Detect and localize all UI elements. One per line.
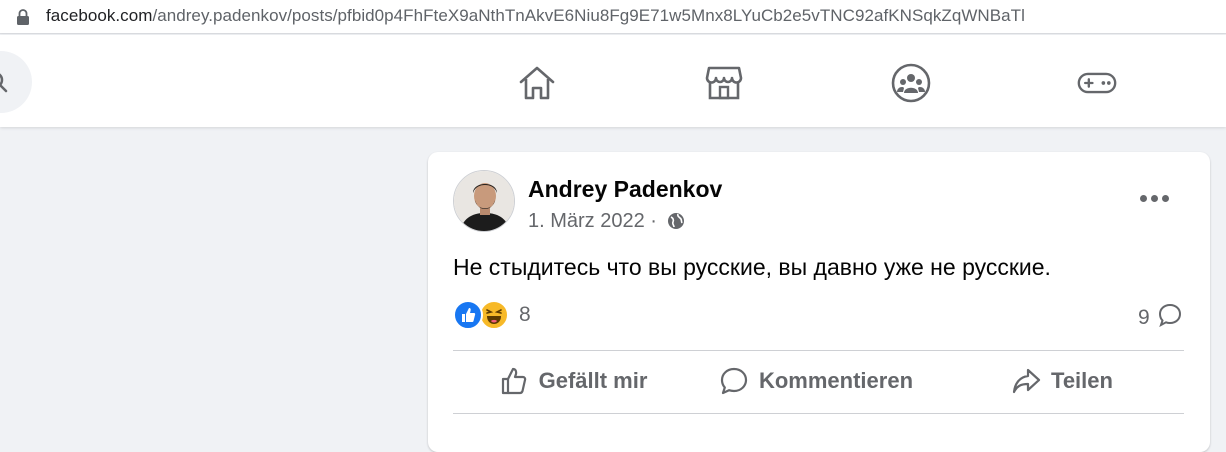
author-name[interactable]: Andrey Padenkov — [528, 176, 722, 203]
url-domain: facebook.com — [46, 6, 153, 25]
url-text[interactable]: facebook.com/andrey.padenkov/posts/pfbid… — [46, 6, 1025, 26]
home-icon[interactable] — [517, 63, 557, 103]
comment-bubble-icon — [1158, 303, 1181, 328]
post-card: Andrey Padenkov 1. März 2022 · Не стыдит… — [428, 152, 1210, 452]
more-options-icon[interactable] — [1140, 190, 1170, 206]
haha-reaction-icon — [479, 300, 509, 330]
post-text: Не стыдитесь что вы русские, вы давно уж… — [453, 254, 1051, 280]
post-date[interactable]: 1. März 2022 · — [528, 210, 657, 232]
thumbs-up-icon — [501, 367, 526, 395]
search-button[interactable] — [0, 51, 32, 113]
marketplace-icon[interactable] — [704, 63, 744, 103]
lock-icon — [17, 9, 29, 25]
like-reaction-icon — [453, 300, 483, 330]
like-button-label: Gefällt mir — [538, 368, 648, 393]
reaction-count: 8 — [519, 303, 531, 326]
comment-icon — [720, 367, 748, 395]
share-icon — [1012, 368, 1041, 394]
top-navigation — [0, 35, 1226, 127]
search-icon — [0, 73, 8, 93]
comment-button[interactable]: Kommentieren — [696, 350, 936, 412]
comment-count-value: 9 — [1138, 306, 1150, 329]
like-button[interactable]: Gefällt mir — [453, 350, 693, 412]
post-meta: 1. März 2022 · — [528, 210, 685, 233]
globe-icon — [667, 213, 684, 229]
share-button-label: Teilen — [1051, 368, 1113, 393]
comment-button-label: Kommentieren — [758, 368, 914, 393]
avatar-photo — [454, 171, 514, 231]
divider-bottom — [453, 413, 1184, 414]
browser-address-bar[interactable]: facebook.com/andrey.padenkov/posts/pfbid… — [0, 0, 1226, 34]
gaming-icon[interactable] — [1077, 63, 1117, 103]
avatar[interactable] — [453, 170, 515, 232]
comment-count[interactable]: 9 — [1138, 303, 1182, 330]
share-button[interactable]: Teilen — [942, 350, 1182, 412]
post-actions: Gefällt mir Kommentieren Teilen — [453, 350, 1184, 412]
groups-icon[interactable] — [891, 63, 931, 103]
url-path: /andrey.padenkov/posts/pfbid0p4FhFteX9aN… — [152, 6, 1025, 25]
